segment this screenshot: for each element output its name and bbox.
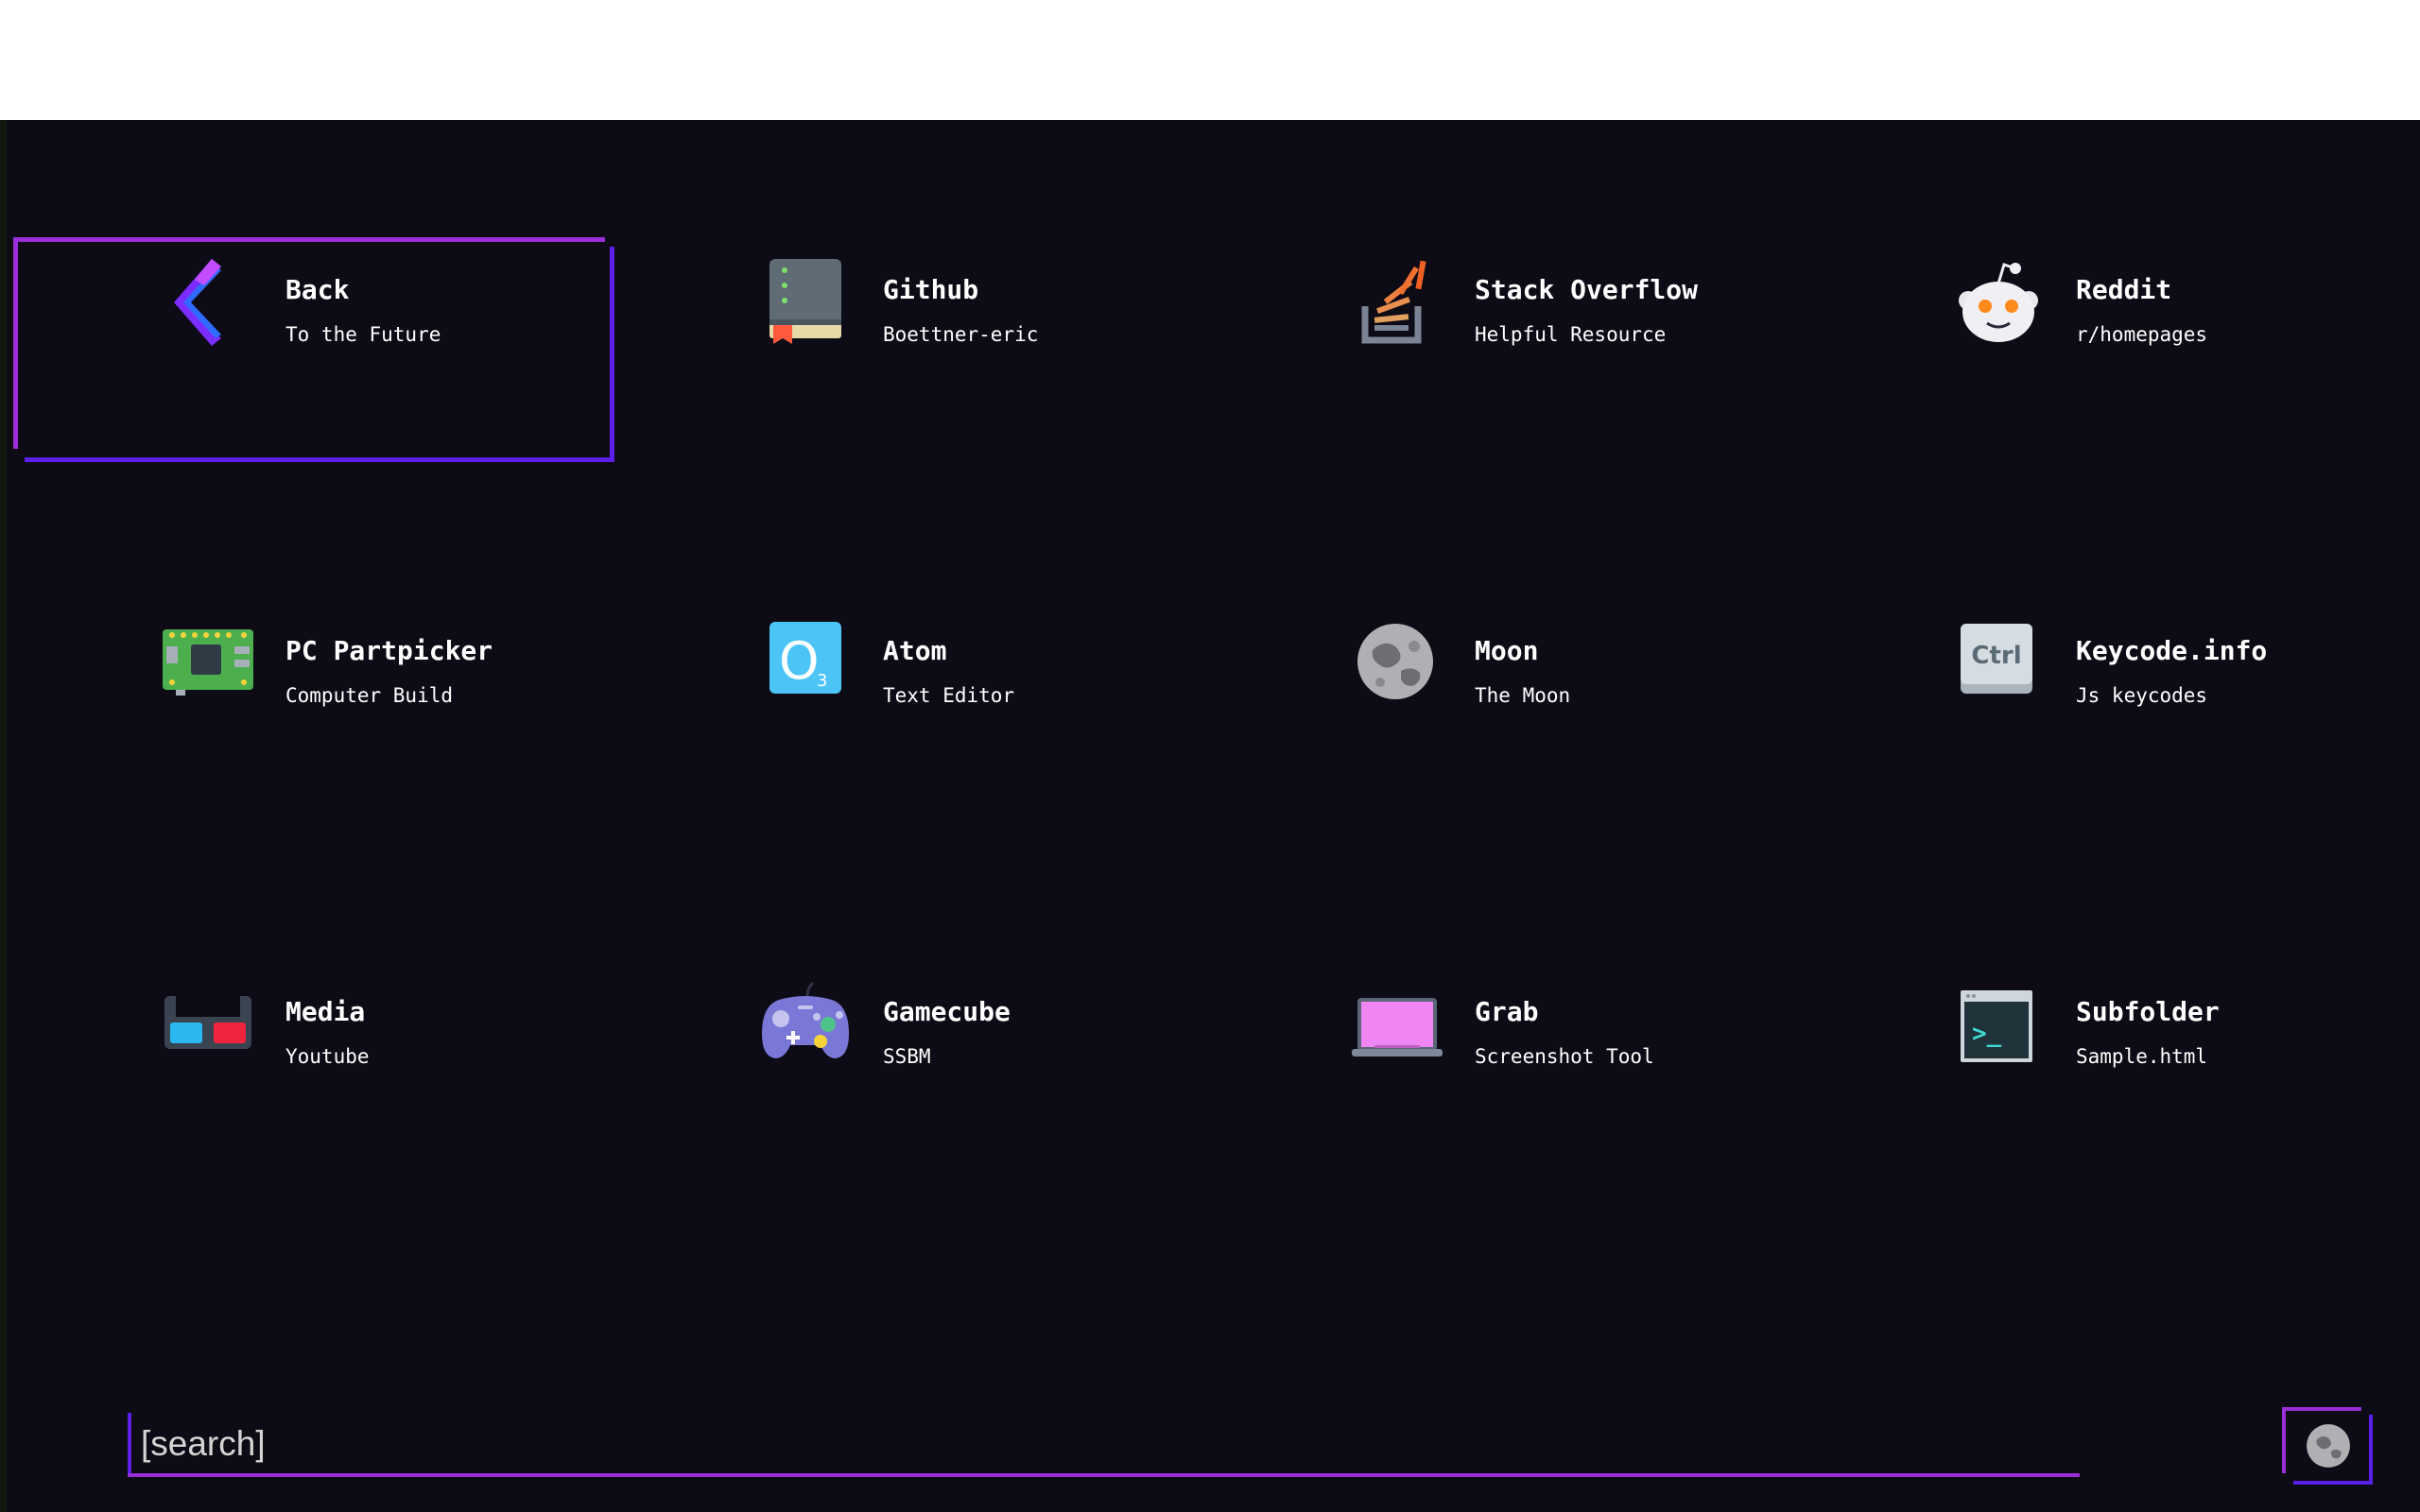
tile-title: Github: [883, 274, 979, 305]
tile-subtitle: Js keycodes: [2076, 684, 2208, 707]
tile-subfolder[interactable]: >_ Subfolder Sample.html: [1953, 979, 2420, 1196]
tile-github[interactable]: Github Boettner-eric: [760, 257, 1356, 474]
tile-title: Media: [285, 996, 366, 1027]
tile-atom[interactable]: O 3 Atom Text Editor: [760, 618, 1356, 835]
search-bar: [128, 1413, 2080, 1477]
tile-title: Subfolder: [2076, 996, 2220, 1027]
tile-moon[interactable]: Moon The Moon: [1352, 618, 1947, 835]
ozone-subscript: 3: [817, 671, 827, 691]
moon-icon: [1352, 618, 1443, 709]
tile-title: Atom: [883, 635, 947, 666]
left-edge-strip: [0, 120, 7, 1512]
tile-gamecube[interactable]: Gamecube SSBM: [760, 979, 1356, 1196]
tile-title: Back: [285, 274, 350, 305]
ozone-icon: O 3: [760, 618, 851, 709]
gamepad-icon: [760, 979, 851, 1070]
link-grid: Back To the Future Github Boettner-eric: [0, 120, 2420, 1512]
terminal-icon: >_: [1953, 979, 2044, 1070]
tile-title: Gamecube: [883, 996, 1011, 1027]
laptop-icon: [1352, 979, 1443, 1070]
tile-subtitle: Youtube: [285, 1045, 370, 1068]
tile-subtitle: The Moon: [1475, 684, 1571, 707]
reddit-icon: [1953, 257, 2044, 348]
moon-icon: [2307, 1424, 2350, 1468]
book-icon: [760, 257, 851, 348]
tile-title: Keycode.info: [2076, 635, 2268, 666]
stackoverflow-icon: [1352, 257, 1443, 348]
tile-subtitle: Text Editor: [883, 684, 1015, 707]
tile-subtitle: Screenshot Tool: [1475, 1045, 1654, 1068]
tile-title: Grab: [1475, 996, 1539, 1027]
circuit-board-icon: [163, 618, 253, 709]
ozone-letter: O: [779, 631, 820, 691]
browser-top-area: [0, 0, 2420, 120]
tile-title: Moon: [1475, 635, 1539, 666]
terminal-prompt: >_: [1972, 1020, 2002, 1048]
tile-grab[interactable]: Grab Screenshot Tool: [1352, 979, 1947, 1196]
ctrl-key-icon: Ctrl: [1953, 618, 2044, 709]
tile-subtitle: Sample.html: [2076, 1045, 2208, 1068]
tile-title: Reddit: [2076, 274, 2172, 305]
tile-reddit[interactable]: Reddit r/homepages: [1953, 257, 2420, 474]
ctrl-key-label: Ctrl: [1971, 642, 2021, 670]
tile-back[interactable]: Back To the Future: [163, 257, 758, 474]
tile-subtitle: r/homepages: [2076, 323, 2208, 346]
tile-stack-overflow[interactable]: Stack Overflow Helpful Resource: [1352, 257, 1947, 474]
tile-title: PC Partpicker: [285, 635, 493, 666]
tile-media[interactable]: Media Youtube: [163, 979, 758, 1196]
search-input[interactable]: [141, 1418, 2060, 1469]
homepage: Back To the Future Github Boettner-eric: [0, 120, 2420, 1512]
tile-subtitle: To the Future: [285, 323, 441, 346]
tile-subtitle: Boettner-eric: [883, 323, 1039, 346]
back-chevron-icon: [163, 257, 253, 348]
tile-title: Stack Overflow: [1475, 274, 1699, 305]
tile-pc-partpicker[interactable]: PC Partpicker Computer Build: [163, 618, 758, 835]
theme-moon-button[interactable]: [2282, 1407, 2373, 1485]
tile-keycode-info[interactable]: Ctrl Keycode.info Js keycodes: [1953, 618, 2420, 835]
tile-subtitle: SSBM: [883, 1045, 931, 1068]
tile-subtitle: Helpful Resource: [1475, 323, 1667, 346]
tile-subtitle: Computer Build: [285, 684, 454, 707]
3d-glasses-icon: [163, 979, 253, 1070]
